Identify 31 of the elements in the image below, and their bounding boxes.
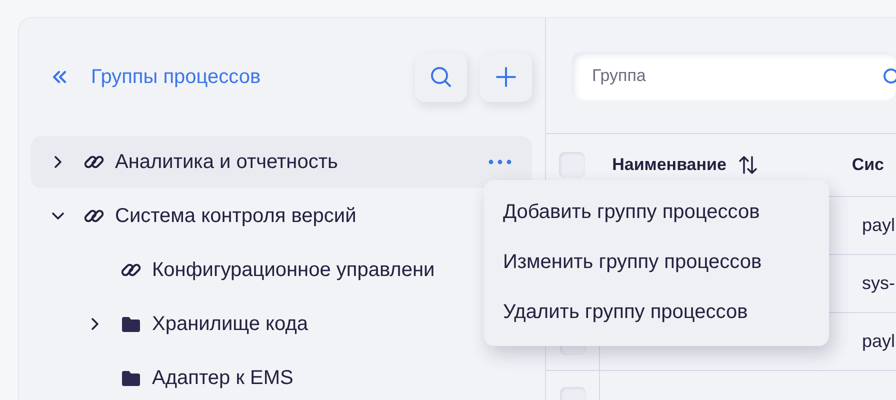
search-button[interactable] xyxy=(415,52,467,102)
menu-item[interactable]: Добавить группу процессов xyxy=(484,188,829,238)
checkbox[interactable] xyxy=(559,152,586,178)
plus-icon xyxy=(496,67,516,87)
table-cell: payl xyxy=(862,331,896,352)
search-field[interactable]: Группа xyxy=(572,52,896,100)
collapse-button[interactable] xyxy=(51,70,67,84)
tree-item-label: Аналитика и отчетность xyxy=(115,150,338,174)
add-button[interactable] xyxy=(480,52,532,102)
folder-icon xyxy=(120,369,142,387)
link-icon xyxy=(83,153,105,171)
tree-item-label: Конфигурационное управлени xyxy=(152,258,435,282)
tree-item-label: Система контроля версий xyxy=(115,204,356,228)
search-icon xyxy=(882,68,896,84)
link-icon xyxy=(83,207,105,225)
panel-title: Группы процессов xyxy=(91,66,261,88)
table-cell: payl xyxy=(862,215,896,236)
more-icon xyxy=(488,159,512,165)
search-icon xyxy=(430,66,452,88)
column-header[interactable]: Сис xyxy=(852,155,884,175)
tree-item-label: Хранилище кода xyxy=(152,312,308,336)
tree-item-label: Адаптер к EMS xyxy=(152,366,294,390)
table-cell: sys- xyxy=(862,273,895,294)
double-chevron-icon xyxy=(51,70,67,84)
tree-row[interactable]: Аналитика и отчетность xyxy=(31,136,532,188)
sort-icon xyxy=(738,155,758,175)
folder-icon xyxy=(120,315,142,333)
menu-item[interactable]: Удалить группу процессов xyxy=(484,288,829,338)
menu-item[interactable]: Изменить группу процессов xyxy=(484,238,829,288)
column-header[interactable]: Наименвание xyxy=(612,155,726,175)
link-icon xyxy=(120,261,142,279)
